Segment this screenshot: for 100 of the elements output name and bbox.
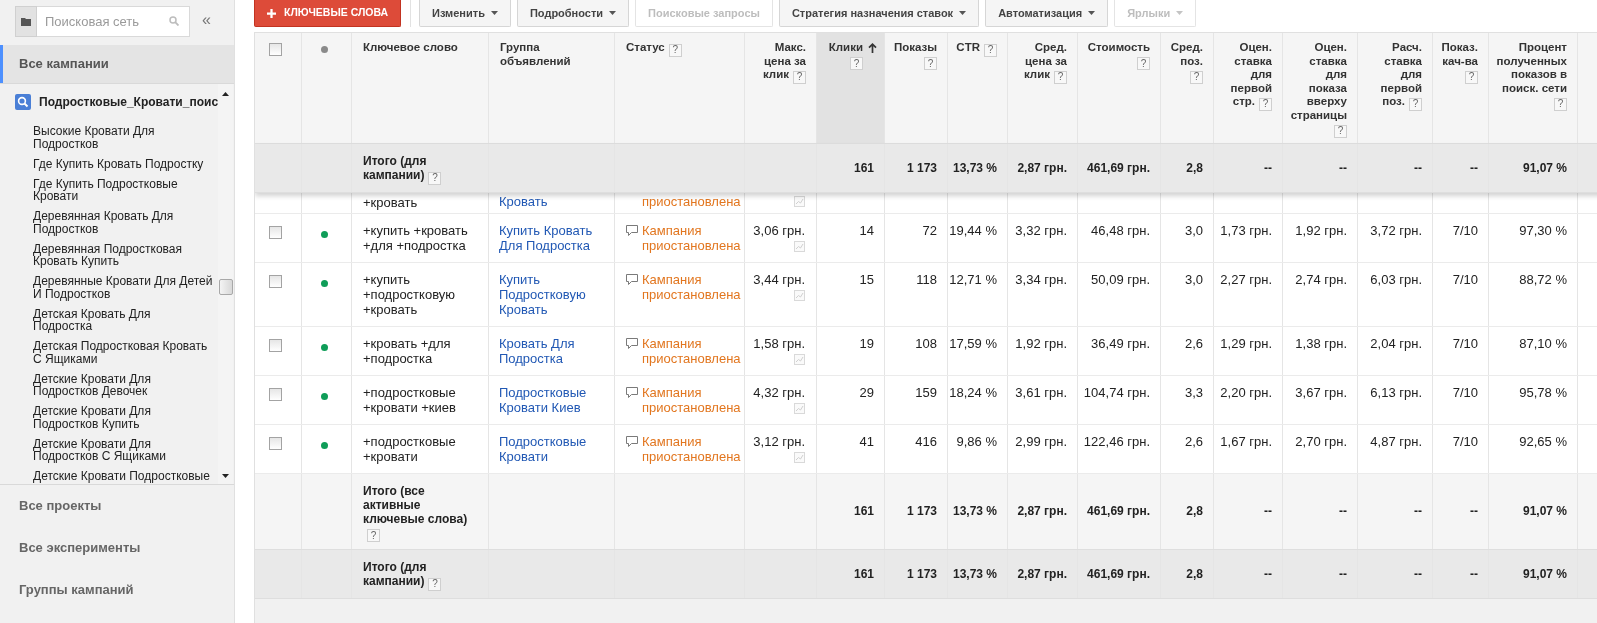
row-checkbox[interactable] (269, 225, 282, 239)
row-checkbox[interactable] (269, 274, 282, 288)
help-button[interactable]: ? (1054, 70, 1067, 84)
ad-group-link[interactable]: Кровать Для Подростка (499, 335, 596, 366)
ad-group-link[interactable]: Купить Кровать Для Подростка (499, 222, 596, 253)
tree-item[interactable]: Деревянная Кровать Для Подростков (33, 210, 213, 235)
column-header[interactable]: Ключевое слово (352, 33, 489, 143)
scrollbar-thumb[interactable] (218, 279, 233, 295)
nav-item[interactable]: Все эксперименты (0, 527, 234, 569)
ad-group-link[interactable]: Купить Подростковую Кровать (499, 271, 596, 317)
help-button[interactable]: ? (924, 57, 937, 70)
help-button[interactable]: ? (668, 43, 682, 57)
table-cell: 41 (817, 424, 885, 473)
table-cell: 91,07 % (1489, 144, 1578, 192)
tree-item[interactable]: Детская Подростковая Кровать С Ящиками (33, 340, 213, 365)
table-cell: 1,67 грн. (1214, 424, 1283, 473)
chart-icon[interactable] (794, 451, 805, 463)
chart-icon[interactable] (794, 240, 805, 252)
select-all-checkbox[interactable] (269, 43, 282, 56)
table-cell: -- (1358, 144, 1433, 192)
chart-icon[interactable] (794, 402, 805, 414)
help-button[interactable]: ? (1259, 97, 1272, 111)
table-cell: 19,44 % (948, 213, 1008, 262)
help-button[interactable]: ? (1334, 124, 1347, 138)
chart-icon[interactable] (794, 195, 805, 207)
tree-item[interactable]: Детская Кровать Для Подростка (33, 307, 213, 333)
help-button[interactable]: ? (428, 171, 442, 185)
ad-group-link[interactable]: Кровать (499, 193, 614, 209)
table-cell: -- (1358, 473, 1433, 549)
table-cell: +подростковые +кровати (352, 424, 489, 473)
status-text: Кампания приостановлена (642, 222, 740, 253)
toolbar-button[interactable]: Подробности (516, 0, 630, 27)
chart-icon[interactable] (794, 289, 805, 301)
table-cell: 2,87 грн. (1008, 473, 1078, 549)
table-cell: 2,6 (1161, 424, 1214, 473)
scroll-down-arrow-icon[interactable] (222, 474, 229, 478)
ad-group-link[interactable]: Подростковые Кровати Киев (499, 384, 596, 415)
folder-button[interactable] (15, 6, 37, 37)
column-header[interactable]: Оцен. ставка для первой стр. ? (1214, 33, 1283, 143)
help-button[interactable]: ? (428, 577, 442, 591)
tree-item[interactable]: Высокие Кровати Для Подростков (33, 125, 213, 150)
ad-group-link[interactable]: Подростковые Кровати (499, 433, 596, 464)
tree-item[interactable]: Подростковые_Кровати_поис (39, 93, 218, 111)
column-header[interactable]: Стоимость ? (1078, 33, 1161, 143)
help-button[interactable]: ? (1190, 70, 1203, 84)
row-checkbox[interactable] (269, 338, 282, 352)
column-header[interactable]: Расч. ставка для первой поз. ? (1358, 33, 1433, 143)
column-header[interactable]: Клики ? (817, 33, 885, 143)
help-button[interactable]: ? (984, 43, 997, 57)
toolbar-button[interactable]: Автоматизация (985, 0, 1109, 27)
tree-item[interactable]: Деревянные Кровати Для Детей И Подростков (33, 275, 213, 300)
scroll-up-arrow-icon[interactable] (222, 92, 229, 96)
nav-item[interactable]: Группы кампаний (0, 569, 234, 611)
table-cell: 3,0 (1161, 213, 1214, 262)
column-header[interactable]: Показ. кач-ва ? (1433, 33, 1489, 143)
help-button[interactable]: ? (367, 529, 380, 542)
table-cell: 36,49 грн. (1078, 326, 1161, 375)
tree-item[interactable]: Где Купить Подростковые Кровати (33, 177, 213, 203)
tree-item[interactable]: Детские Кровати Для Подростков Купить (33, 405, 213, 430)
status-text: Кампания приостановлена (642, 271, 740, 302)
tree-item[interactable]: Детские Кровати Подростковые (33, 470, 213, 483)
table-cell: 17,59 % (948, 326, 1008, 375)
column-header[interactable]: Сред. поз. ? (1161, 33, 1214, 143)
search-field[interactable]: Поисковая сеть (37, 6, 190, 37)
collapse-button[interactable]: « (202, 11, 211, 29)
status-dot-icon (321, 46, 328, 53)
column-header[interactable]: Показы ? (885, 33, 948, 143)
help-button[interactable]: ? (1137, 57, 1150, 70)
nav-item[interactable]: Все кампании (0, 45, 234, 83)
table-cell: 108 (885, 326, 948, 375)
table-cell: 2,27 грн. (1214, 262, 1283, 326)
tree-item[interactable]: Деревянная Подростковая Кровать Купить (33, 242, 213, 268)
help-button[interactable]: ? (1465, 70, 1478, 84)
column-header[interactable]: Группа объявлений (489, 33, 615, 143)
table-cell: 461,69 грн. (1078, 144, 1161, 192)
tree-item[interactable]: Детские Кровати Для Подростков Девочек (33, 372, 213, 398)
help-button[interactable]: ? (793, 70, 806, 84)
chart-icon[interactable] (794, 353, 805, 365)
column-header[interactable]: Процент полученных показов в поиск. сети ? (1489, 33, 1578, 143)
row-checkbox[interactable] (269, 387, 282, 401)
help-button[interactable]: ? (850, 57, 863, 70)
table-cell: 161 (817, 144, 885, 192)
column-header[interactable]: Статус ? (615, 33, 745, 143)
tree-item[interactable]: Где Купить Кровать Подростку (33, 157, 213, 170)
column-header[interactable]: Сред. цена за клик ? (1008, 33, 1078, 143)
help-button[interactable]: ? (1554, 97, 1567, 111)
table-cell: 13,73 % (948, 473, 1008, 549)
table-cell: 3,0 (1161, 262, 1214, 326)
help-button[interactable]: ? (1409, 97, 1422, 111)
tree-item[interactable]: Детские Кровати Для Подростков С Ящиками (33, 437, 213, 463)
total-label: Итого (для кампании) (363, 560, 427, 588)
toolbar-button[interactable]: Изменить (419, 0, 511, 27)
table-cell: -- (1433, 550, 1489, 598)
row-checkbox[interactable] (269, 436, 282, 450)
toolbar-button[interactable]: Стратегия назначения ставок (778, 0, 980, 27)
column-header[interactable]: Оцен. ставка для показа вверху страницы ? (1283, 33, 1358, 143)
nav-item[interactable]: Все проекты (0, 485, 234, 527)
column-header[interactable]: CTR ? (948, 33, 1008, 143)
add-keywords-button[interactable]: КЛЮЧЕВЫЕ СЛОВА (254, 0, 401, 27)
bid-value: 4,32 грн. (753, 384, 805, 400)
